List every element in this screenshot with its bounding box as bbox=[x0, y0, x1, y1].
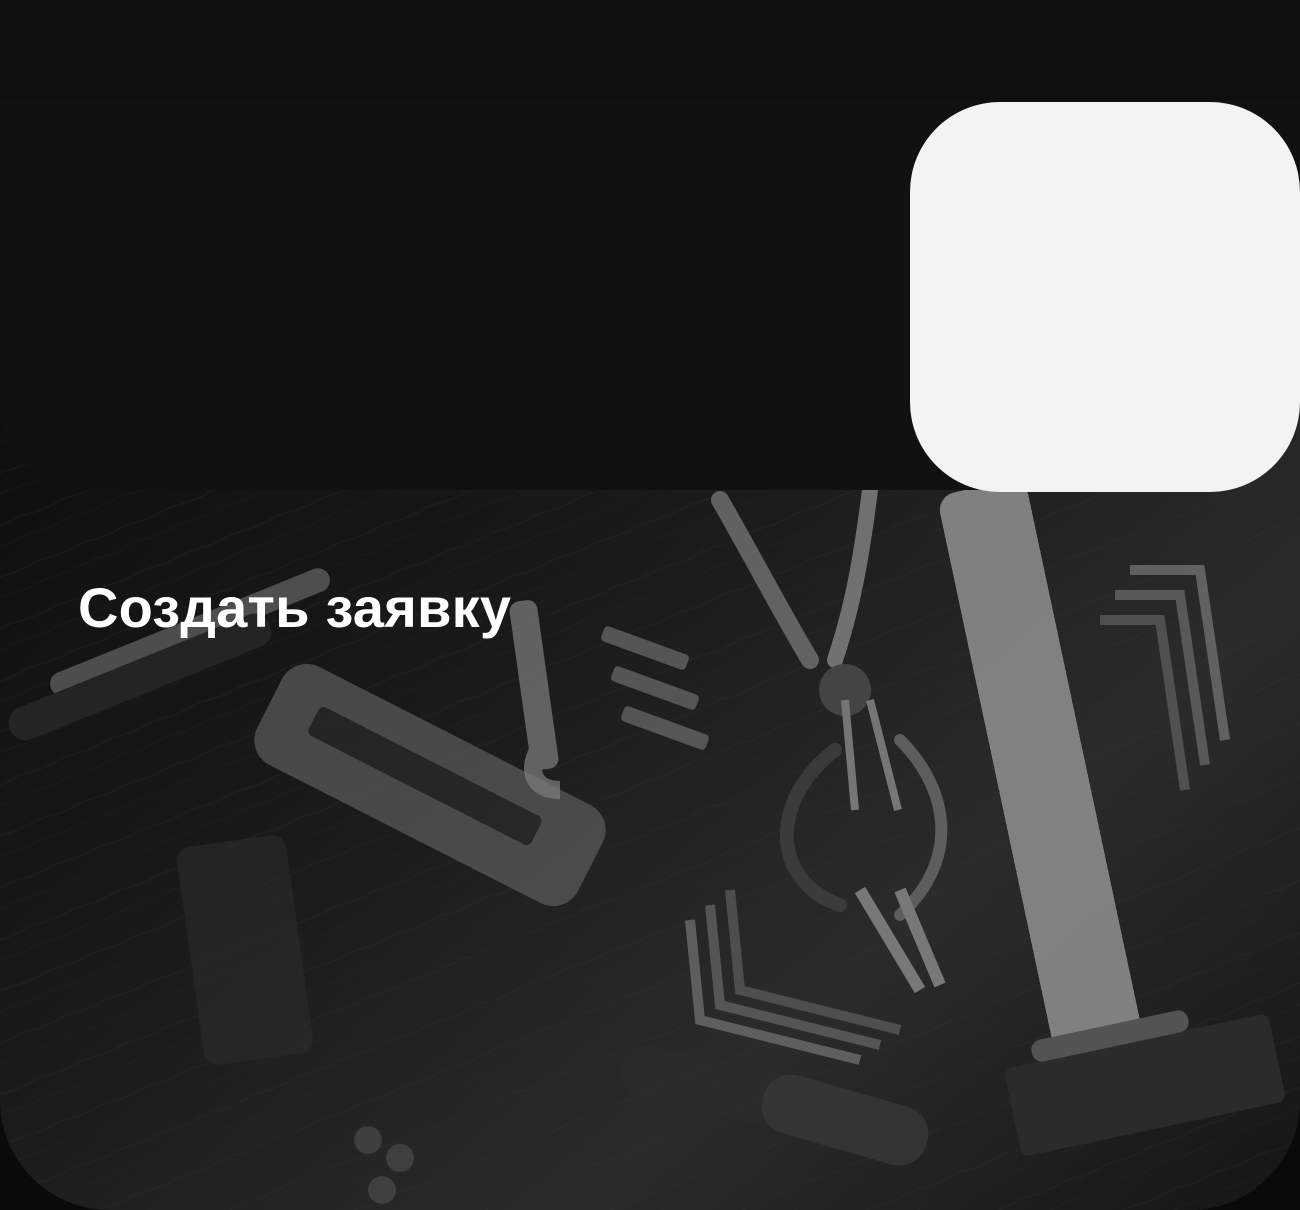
top-strip bbox=[0, 0, 1300, 100]
side-card bbox=[910, 102, 1300, 492]
hero-title: Создать заявку bbox=[78, 576, 512, 639]
page: Создать заявку bbox=[0, 0, 1300, 1210]
